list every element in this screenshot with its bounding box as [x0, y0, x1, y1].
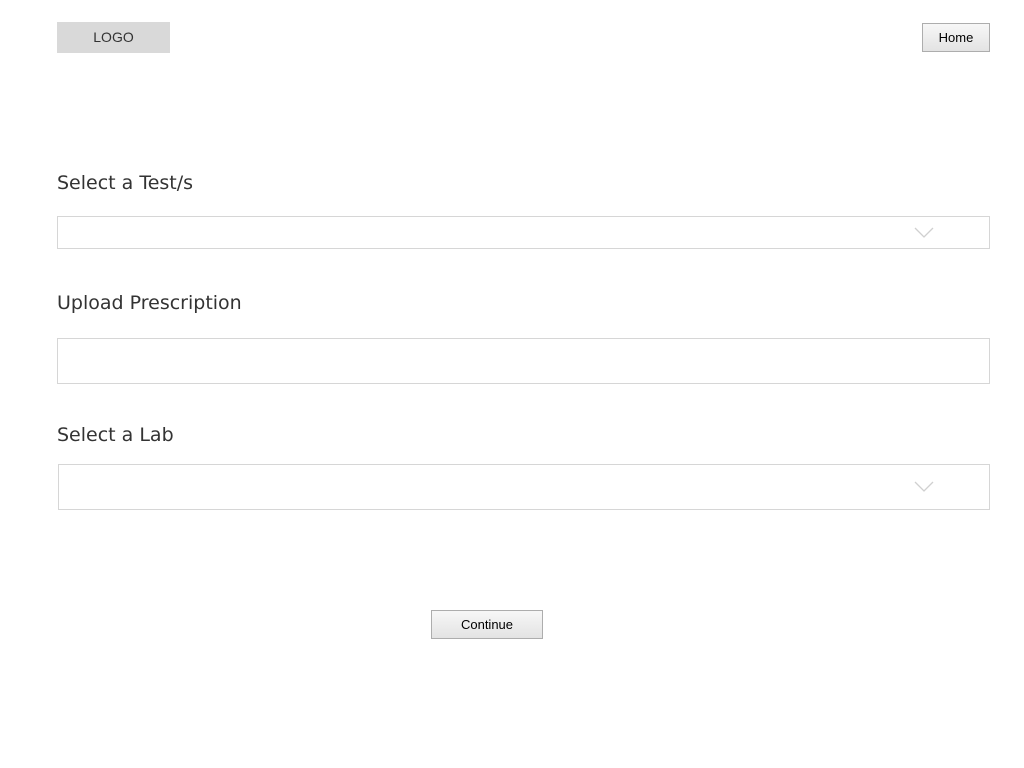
upload-prescription-label: Upload Prescription: [57, 292, 242, 314]
select-test-dropdown[interactable]: [57, 216, 990, 249]
chevron-down-icon: [914, 227, 934, 238]
home-button[interactable]: Home: [922, 23, 990, 52]
logo-text: LOGO: [93, 29, 134, 45]
chevron-down-icon: [914, 481, 934, 492]
page: LOGO Home Select a Test/s Upload Prescri…: [0, 0, 1024, 768]
select-lab-dropdown[interactable]: [58, 464, 990, 510]
select-test-label: Select a Test/s: [57, 172, 194, 194]
upload-prescription-field[interactable]: [57, 338, 990, 384]
continue-button[interactable]: Continue: [431, 610, 543, 639]
logo: LOGO: [57, 22, 170, 53]
select-lab-label: Select a Lab: [57, 424, 174, 446]
